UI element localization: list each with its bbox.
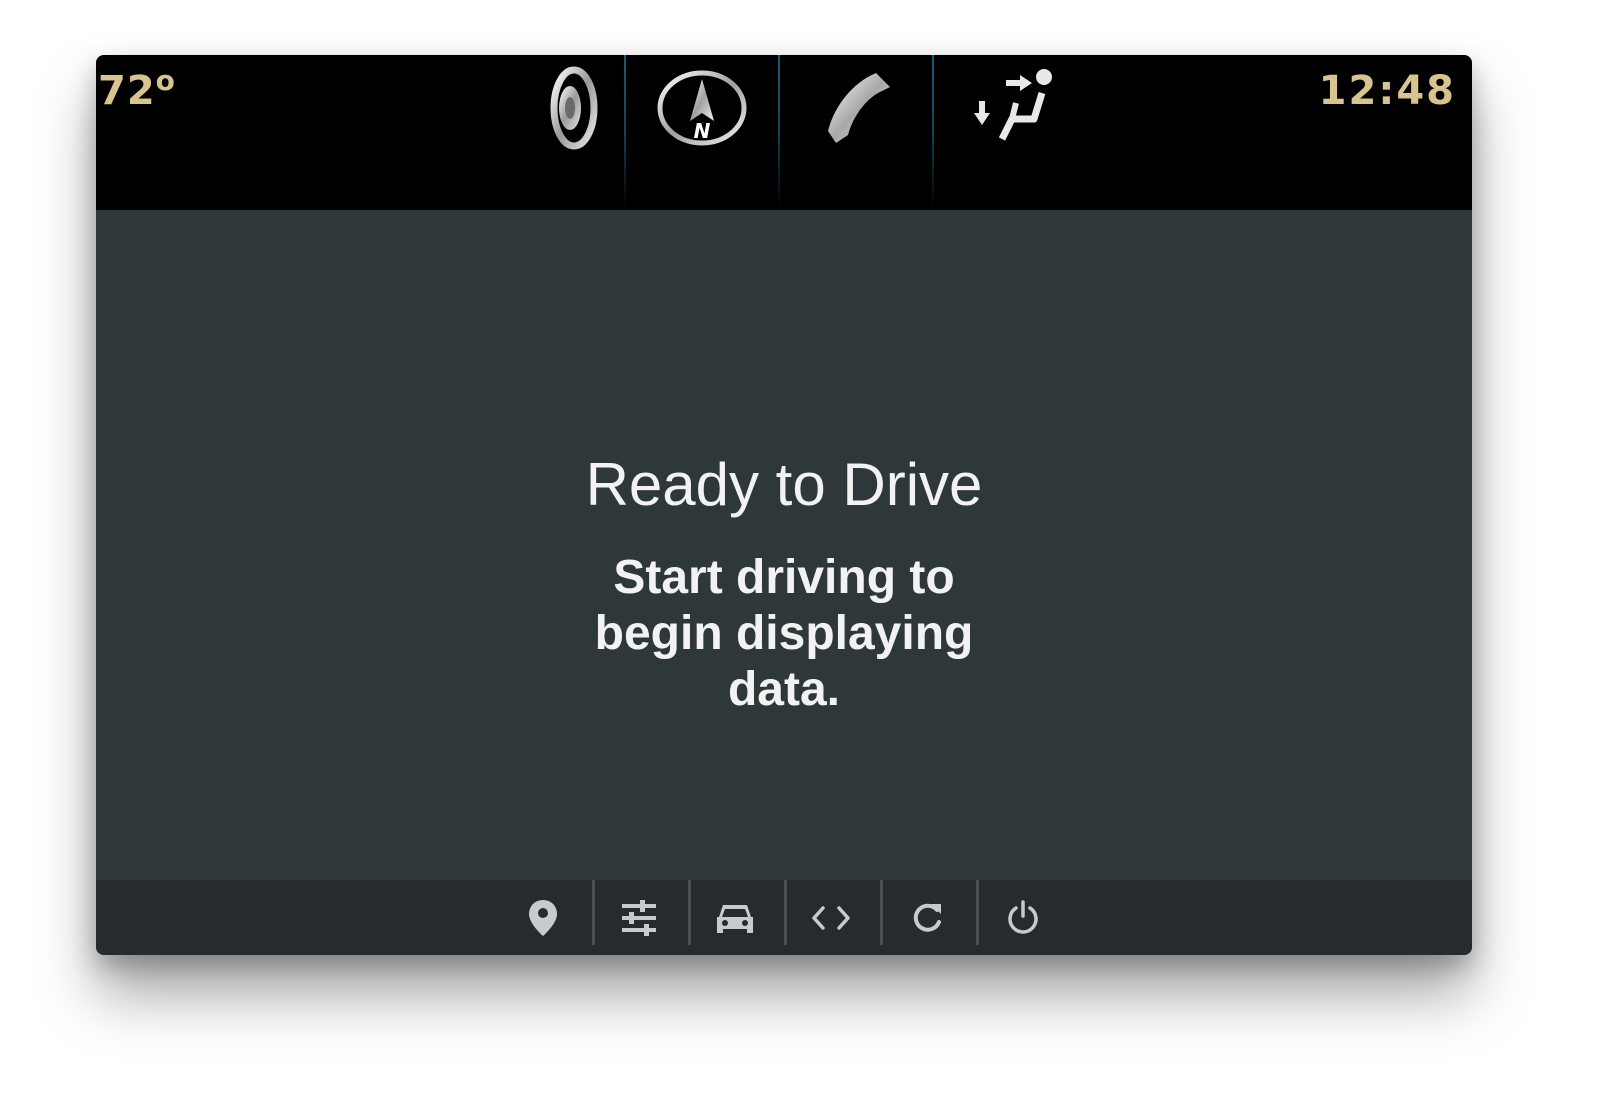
page-title: Ready to Drive (585, 451, 983, 518)
code-icon (812, 905, 850, 930)
power-button[interactable] (976, 880, 1070, 955)
location-pin-icon (529, 899, 557, 936)
top-icon-row: N (96, 55, 1472, 210)
climate-seat-icon (974, 69, 1052, 141)
climate-button[interactable] (934, 55, 1092, 210)
bottom-toolbar (96, 880, 1472, 955)
phone-button[interactable] (780, 55, 932, 210)
car-icon (717, 904, 753, 933)
navigation-button[interactable]: N (626, 55, 778, 210)
top-status-bar: 72o N 12:48 (96, 55, 1472, 210)
navigation-icon: N (657, 70, 747, 146)
clock: 12:48 (1318, 68, 1456, 114)
refresh-icon (913, 903, 941, 932)
phone-icon (828, 73, 890, 143)
volume-button[interactable] (516, 55, 624, 210)
main-content: Ready to Drive Start driving to begin di… (96, 210, 1472, 880)
vehicle-button[interactable] (688, 880, 782, 955)
status-message: Start driving to begin displaying data. (594, 551, 974, 716)
app-window: 72o N 12:48 Ready to Drive Start driving… (96, 55, 1472, 955)
location-button[interactable] (496, 880, 590, 955)
settings-sliders-icon (622, 899, 656, 936)
code-button[interactable] (784, 880, 878, 955)
svg-text:N: N (694, 119, 711, 143)
refresh-button[interactable] (880, 880, 974, 955)
volume-icon (550, 66, 598, 150)
settings-button[interactable] (592, 880, 686, 955)
power-icon (1008, 899, 1038, 934)
